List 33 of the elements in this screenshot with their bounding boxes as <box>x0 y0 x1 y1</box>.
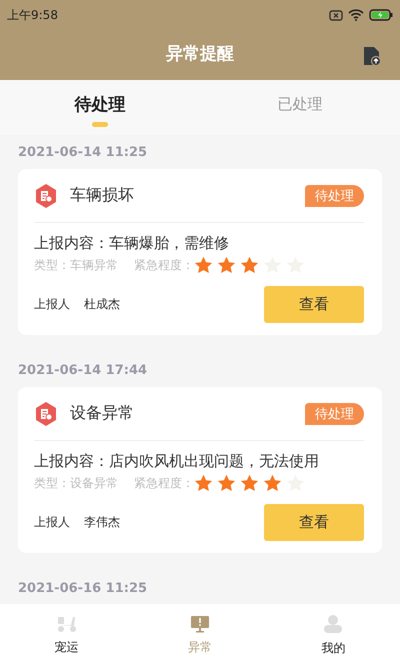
wifi-icon <box>348 9 364 21</box>
reporter-label: 上报人 <box>34 514 70 531</box>
nav-tab[interactable]: 我的 <box>266 604 400 666</box>
date-heading: 2021-06-14 11:25 <box>18 144 148 162</box>
status-badge: 待处理 <box>305 402 364 424</box>
urgency-label: 紧急程度： <box>134 256 194 274</box>
nav-tab[interactable]: 宠运 <box>0 604 134 666</box>
status-badge: 待处理 <box>305 184 364 206</box>
no-sim-icon <box>329 10 343 20</box>
alert-monitor-icon <box>190 614 210 632</box>
card-title: 设备异常 <box>70 403 135 424</box>
report-type: 类型：设备异常 <box>34 474 118 492</box>
report-content: 上报内容：车辆爆胎，需维修 <box>34 233 230 253</box>
date-heading: 2021-06-16 11:25 <box>18 580 148 598</box>
reporter-label: 上报人 <box>34 296 70 313</box>
report-content: 上报内容：店内吹风机出现问题，无法使用 <box>34 451 320 471</box>
report-type: 类型：车辆异常 <box>34 256 118 274</box>
tab[interactable]: 待处理 <box>0 80 200 135</box>
reporter-name: 杜成杰 <box>84 296 121 313</box>
page-title: 异常提醒 <box>166 42 234 64</box>
report-icon <box>34 182 58 208</box>
urgency-label: 紧急程度： <box>134 474 194 492</box>
view-button[interactable]: 查看 <box>264 504 364 541</box>
status-time: 上午9:58 <box>7 6 58 24</box>
date-heading: 2021-06-14 17:44 <box>18 362 148 380</box>
scooter-icon <box>56 614 78 632</box>
document-upload-icon[interactable] <box>362 45 382 67</box>
battery-icon <box>369 9 393 21</box>
card-title: 车辆损坏 <box>70 185 135 206</box>
view-button[interactable]: 查看 <box>264 286 364 323</box>
report-icon <box>34 400 58 426</box>
person-icon <box>323 614 344 634</box>
reporter-name: 李伟杰 <box>84 514 121 531</box>
